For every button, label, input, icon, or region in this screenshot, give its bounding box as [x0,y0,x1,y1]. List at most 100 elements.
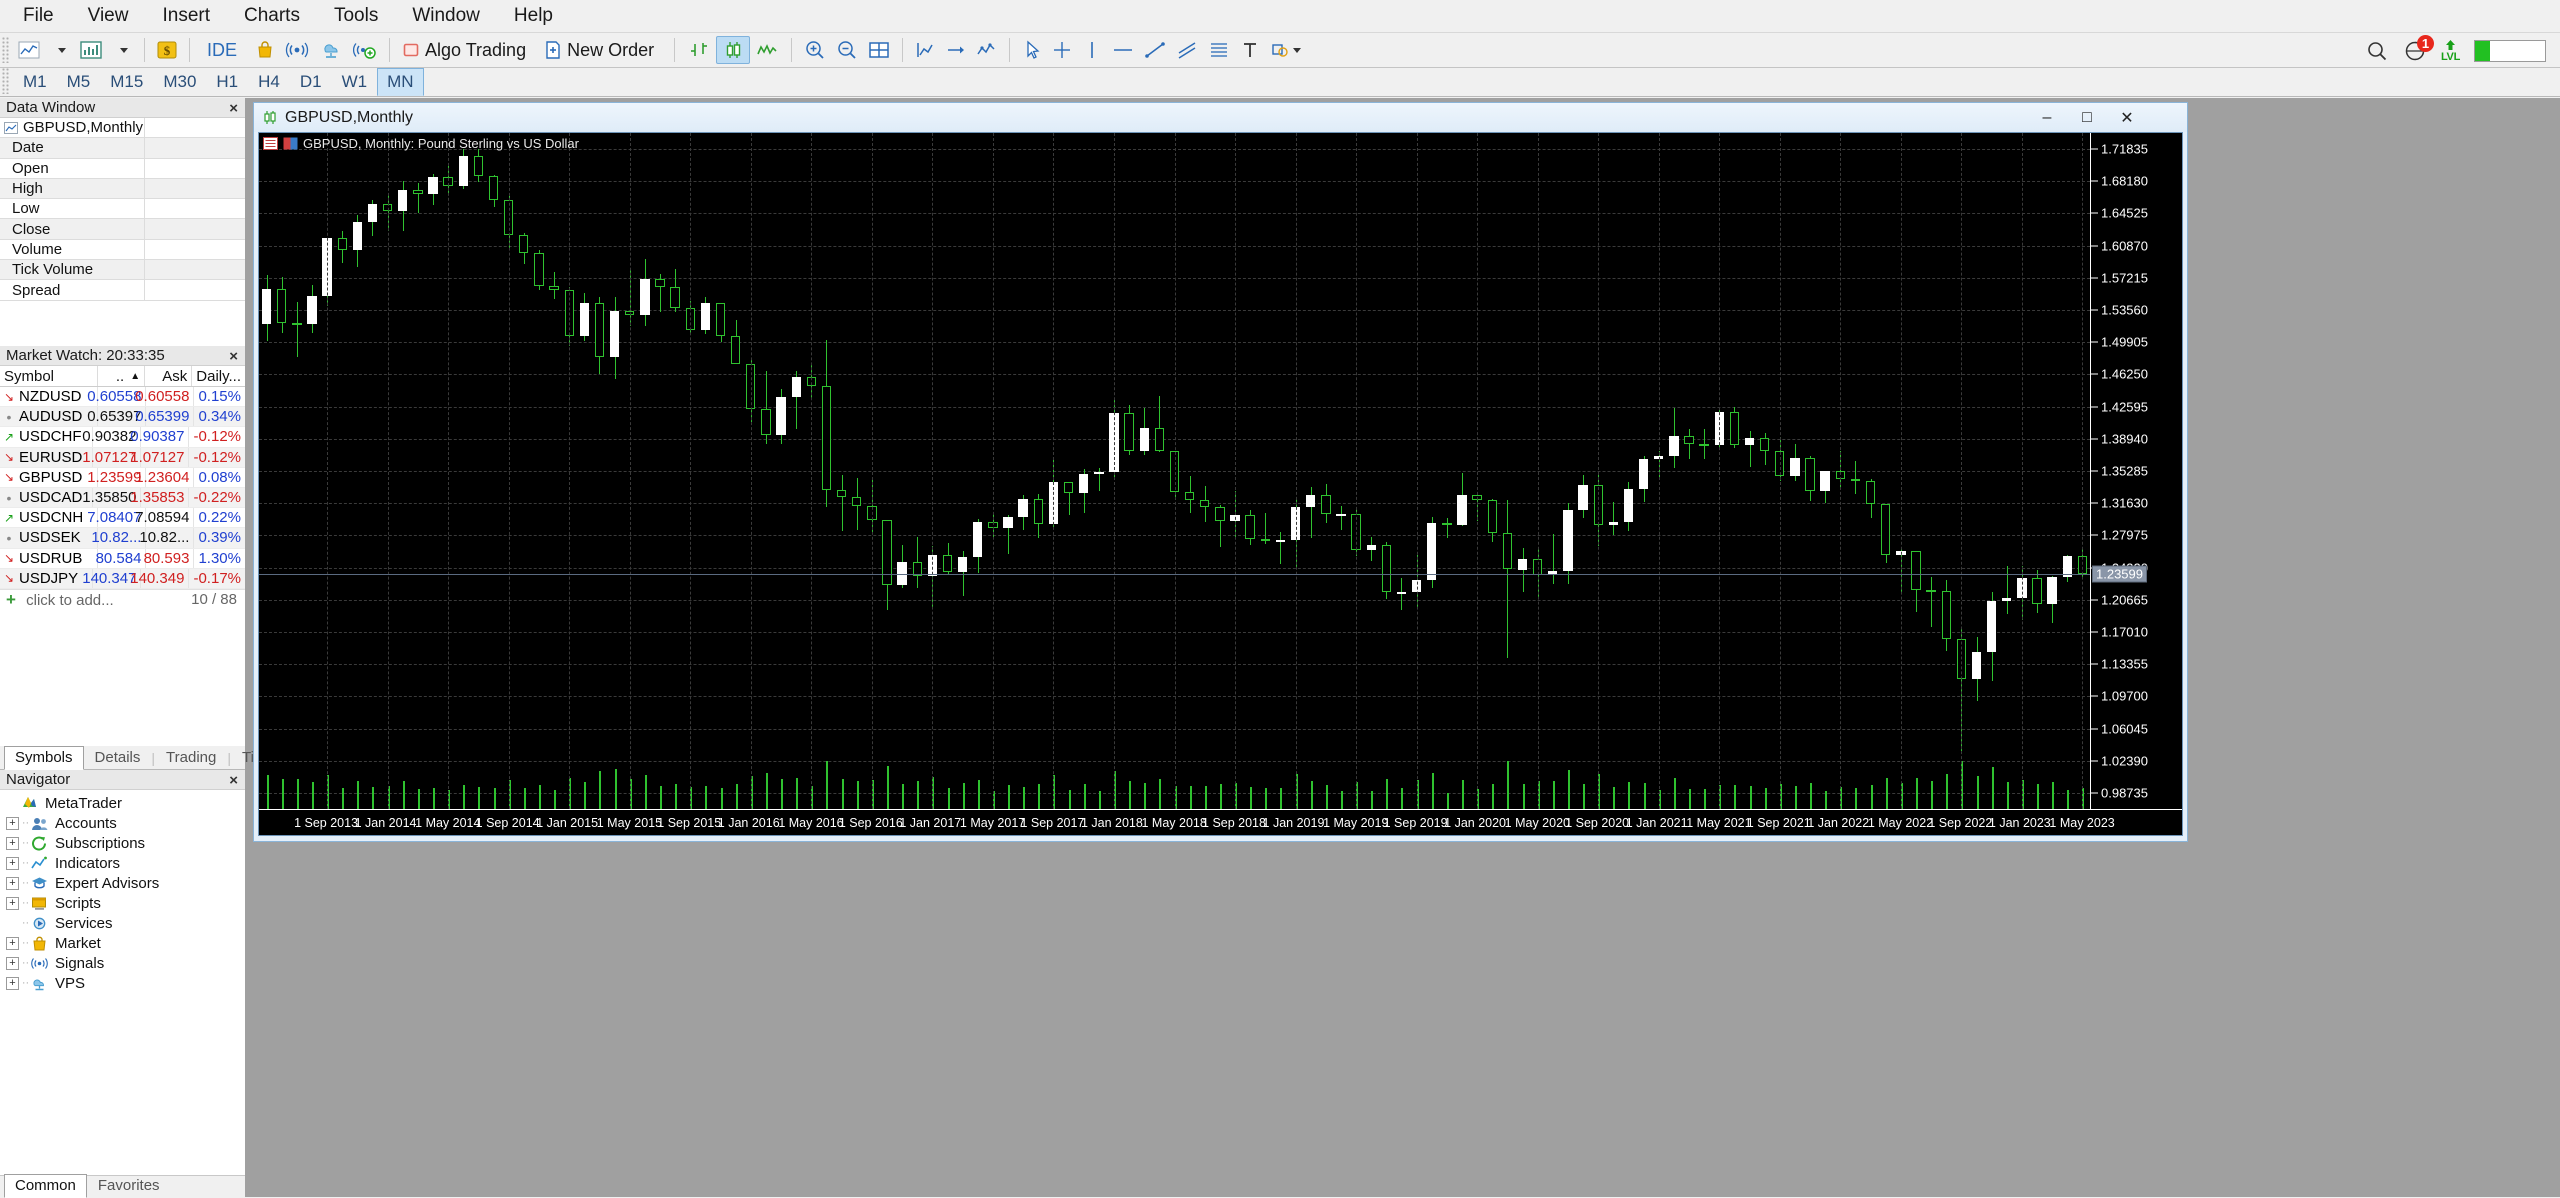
tab-favorites[interactable]: Favorites [87,1174,171,1197]
expand-icon[interactable]: + [6,976,19,990]
market-watch-row[interactable]: ↘ EURUSD 1.07127 1.07127 -0.12% [0,447,245,468]
data-window-row[interactable]: Open [0,158,245,179]
close-icon[interactable]: × [229,773,238,788]
profiles-dropdown-button[interactable] [107,36,137,64]
expand-icon[interactable]: + [6,876,19,890]
market-watch-row[interactable]: • AUDUSD 0.65397 0.65399 0.34% [0,407,245,428]
expand-icon[interactable]: + [6,856,19,870]
price-axis[interactable]: 1.71835 1.68180 1.64525 1.60870 1.57215 1.535… [2090,133,2182,809]
navigator-item-market[interactable]: + ·· Market [0,933,245,953]
timeframe-mn[interactable]: MN [377,68,424,96]
column-header-ask[interactable]: Ask [145,366,193,386]
tab-details[interactable]: Details [84,746,152,769]
market-watch-add-row[interactable]: + click to add... 10 / 88 [0,588,245,610]
notifications-button[interactable]: 1 [2403,34,2434,63]
navigator-item-indicators[interactable]: + ·· Indicators [0,853,245,873]
search-icon[interactable] [2365,39,2389,63]
expand-icon[interactable]: + [6,836,19,850]
market-watch-row[interactable]: ↘ USDJPY 140.347 140.349 -0.17% [0,568,245,589]
menu-item-view[interactable]: View [71,1,146,31]
menu-item-tools[interactable]: Tools [317,1,395,31]
tab-common[interactable]: Common [4,1174,87,1198]
tab-symbols[interactable]: Symbols [4,746,84,770]
candlestick-chart-button[interactable] [716,36,751,64]
data-window-row[interactable]: Low [0,199,245,220]
timeframe-h1[interactable]: H1 [206,68,248,96]
expand-icon[interactable]: + [6,936,19,950]
data-window-row[interactable]: Date [0,138,245,159]
tab-trading[interactable]: Trading [155,746,227,769]
menu-item-insert[interactable]: Insert [145,1,227,31]
timeframe-m1[interactable]: M1 [13,68,57,96]
signals-button[interactable] [280,36,314,64]
timeframe-m5[interactable]: M5 [57,68,101,96]
expand-icon[interactable]: + [6,896,19,910]
timeframe-w1[interactable]: W1 [332,68,378,96]
chart-titlebar[interactable]: GBPUSD,Monthly – □ ✕ [254,103,2187,132]
close-icon[interactable]: × [229,101,238,116]
currency-button[interactable]: $ [152,36,182,64]
new-order-button[interactable]: New Order [539,36,667,64]
time-axis[interactable]: 1 Sep 2013 1 Jan 2014 1 May 2014 1 Sep 2014… [259,809,2182,835]
fibonacci-button[interactable] [1203,36,1235,64]
chart-canvas[interactable]: GBPUSD, Monthly: Pound Sterling vs US Do… [258,132,2183,836]
data-window-row[interactable]: Close [0,219,245,240]
vertical-line-button[interactable] [1077,36,1107,64]
channel-button[interactable] [1171,36,1203,64]
profiles-button[interactable] [75,36,107,64]
market-watch-row[interactable]: ↘ NZDUSD 0.60558 0.60558 0.15% [0,387,245,408]
navigator-item-expert-advisors[interactable]: + ·· Expert Advisors [0,873,245,893]
timeframe-m30[interactable]: M30 [153,68,206,96]
navigator-item-signals[interactable]: + ·· Signals [0,953,245,973]
timeframe-grip[interactable] [2,68,10,94]
bar-chart-button[interactable] [682,36,716,64]
horizontal-line-button[interactable] [1107,36,1139,64]
autoscroll-button[interactable] [910,36,940,64]
menu-item-help[interactable]: Help [497,1,570,31]
expand-icon[interactable]: + [6,816,19,830]
navigator-item-subscriptions[interactable]: + ·· Subscriptions [0,833,245,853]
timeframe-h4[interactable]: H4 [248,68,290,96]
navigator-item-scripts[interactable]: + ·· Scripts [0,893,245,913]
column-header-daily-change[interactable]: Daily... [192,366,245,386]
market-watch-row[interactable]: • USDCAD 1.35850 1.35853 -0.22% [0,487,245,509]
navigator-item-accounts[interactable]: + ·· Accounts [0,813,245,833]
new-chart-dropdown-button[interactable] [45,36,75,64]
menu-item-file[interactable]: File [6,1,71,31]
cursor-button[interactable] [1017,36,1047,64]
trendline-button[interactable] [1139,36,1171,64]
line-chart-button[interactable] [750,36,784,64]
chart-plot-area[interactable] [259,133,2090,809]
timeframe-m15[interactable]: M15 [100,68,153,96]
crosshair-button[interactable] [1047,36,1077,64]
vps-button[interactable] [314,36,348,64]
toolbar-grip[interactable] [2,37,10,63]
zoom-in-button[interactable] [799,36,831,64]
market-watch-row[interactable]: ↗ USDCNH 7.08407 7.08594 0.22% [0,508,245,529]
timeframe-d1[interactable]: D1 [290,68,332,96]
new-chart-button[interactable] [13,36,45,64]
zoom-out-button[interactable] [831,36,863,64]
data-window-symbol-row[interactable]: GBPUSD,Monthly [0,118,245,139]
market-watch-row[interactable]: ↗ USDCHF 0.90382 0.90387 -0.12% [0,427,245,448]
expand-icon[interactable]: + [6,956,19,970]
market-watch-row[interactable]: ↘ GBPUSD 1.23599 1.23604 0.08% [0,467,245,488]
level-indicator[interactable]: LVL [2441,39,2460,63]
data-window-row[interactable]: Tick Volume [0,260,245,281]
chart-shift-button[interactable] [940,36,970,64]
data-window-row[interactable]: Spread [0,280,245,301]
navigator-item-vps[interactable]: + ·· VPS [0,973,245,993]
data-window-row[interactable]: Volume [0,239,245,261]
close-icon[interactable]: × [229,349,238,364]
column-header-bid[interactable]: .. ▲ [98,366,146,386]
menu-item-window[interactable]: Window [395,1,497,31]
maximize-button[interactable]: □ [2067,103,2107,132]
tile-windows-button[interactable] [863,36,895,64]
data-window-row[interactable]: High [0,178,245,200]
close-button[interactable]: ✕ [2107,103,2147,132]
indicators-button[interactable] [970,36,1002,64]
copy-trading-button[interactable] [348,36,382,64]
market-watch-row[interactable]: • USDSEK 10.82... 10.82... 0.39% [0,528,245,549]
market-button[interactable] [250,36,280,64]
navigator-root[interactable]: MetaTrader [0,793,245,813]
